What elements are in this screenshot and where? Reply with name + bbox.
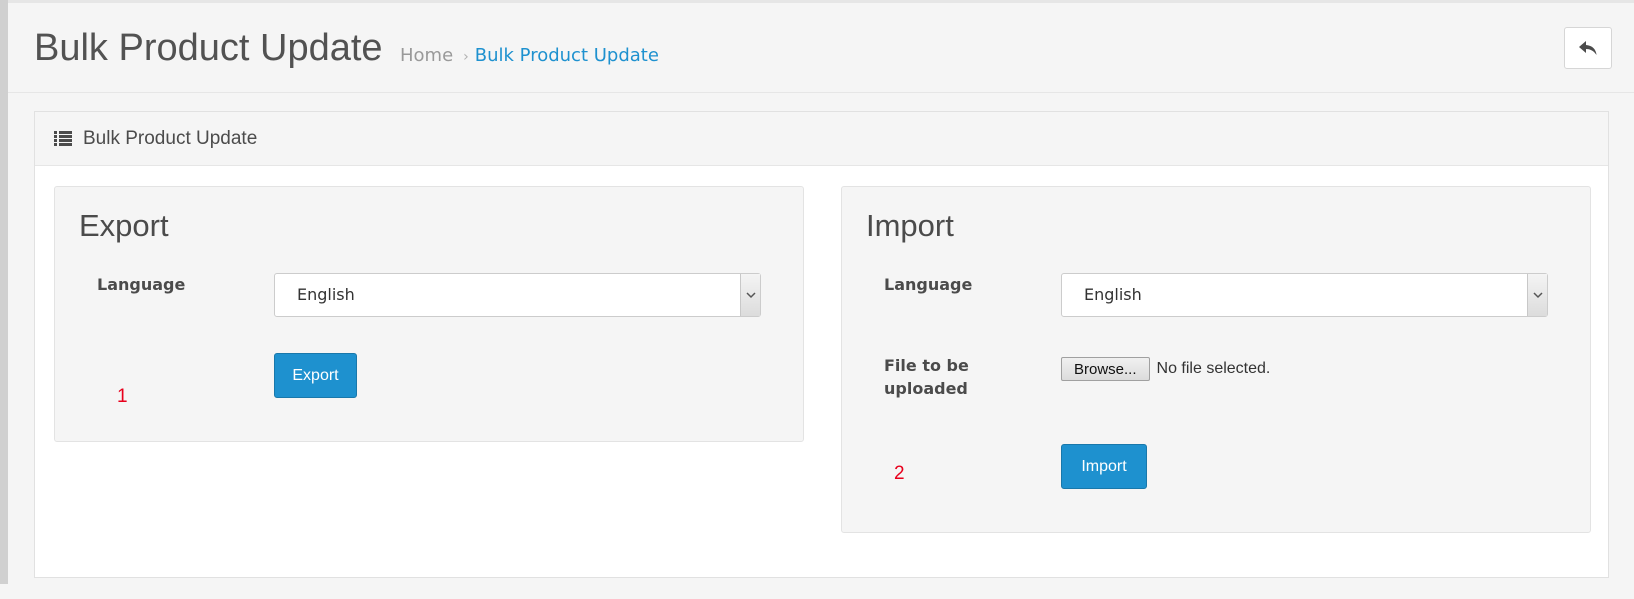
export-language-label: Language bbox=[97, 275, 186, 294]
file-upload-label-line1: File to be bbox=[884, 356, 969, 375]
breadcrumb-separator: › bbox=[463, 49, 469, 65]
browse-button[interactable]: Browse... bbox=[1061, 357, 1150, 381]
export-button[interactable]: Export bbox=[274, 353, 357, 398]
bulk-update-panel: Bulk Product Update Export Language Engl… bbox=[34, 111, 1609, 578]
list-icon bbox=[54, 131, 72, 146]
file-upload-label: File to be uploaded bbox=[884, 354, 1004, 400]
import-language-select[interactable]: English bbox=[1061, 273, 1548, 317]
chevron-down-icon[interactable] bbox=[740, 274, 760, 316]
panel-heading-text: Bulk Product Update bbox=[83, 127, 258, 149]
file-input[interactable]: Browse... No file selected. bbox=[1061, 357, 1270, 381]
reply-icon bbox=[1579, 41, 1597, 55]
export-language-value: English bbox=[297, 285, 355, 304]
page-header: Bulk Product Update Home › Bulk Product Up… bbox=[8, 3, 1634, 93]
import-language-label: Language bbox=[884, 275, 973, 294]
file-upload-label-line2: uploaded bbox=[884, 379, 968, 398]
annotation-marker-1: 1 bbox=[117, 386, 128, 407]
chevron-down-icon[interactable] bbox=[1527, 274, 1547, 316]
export-section: Export Language English Export 1 bbox=[54, 186, 804, 442]
panel-heading: Bulk Product Update bbox=[35, 112, 1608, 166]
export-language-select[interactable]: English bbox=[274, 273, 761, 317]
breadcrumb: Home › Bulk Product Update bbox=[400, 44, 659, 69]
page-title: Bulk Product Update bbox=[34, 27, 383, 69]
breadcrumb-home[interactable]: Home bbox=[400, 45, 453, 66]
sidebar-edge bbox=[0, 0, 8, 584]
import-language-value: English bbox=[1084, 285, 1142, 304]
import-title: Import bbox=[866, 208, 954, 243]
import-button[interactable]: Import bbox=[1061, 444, 1147, 489]
back-button[interactable] bbox=[1564, 27, 1612, 69]
file-status-text: No file selected. bbox=[1156, 360, 1271, 377]
breadcrumb-current[interactable]: Bulk Product Update bbox=[475, 45, 659, 66]
annotation-marker-2: 2 bbox=[894, 463, 905, 484]
import-section: Import Language English File to be uploa… bbox=[841, 186, 1591, 533]
export-title: Export bbox=[79, 208, 169, 243]
